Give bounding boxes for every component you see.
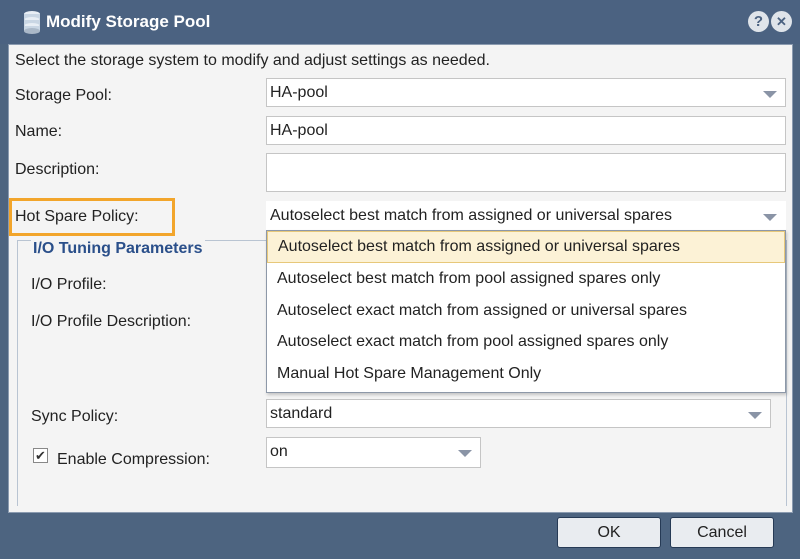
intro-text: Select the storage system to modify and … xyxy=(15,52,490,69)
storage-pool-select[interactable]: HA-pool xyxy=(266,78,786,107)
name-field[interactable]: HA-pool xyxy=(266,116,786,145)
modify-storage-pool-dialog: Modify Storage Pool ? ✕ Select the stora… xyxy=(0,0,800,559)
title-bar[interactable]: Modify Storage Pool ? ✕ xyxy=(0,0,800,44)
storage-pool-icon xyxy=(24,11,40,34)
dropdown-option[interactable]: Autoselect exact match from assigned or … xyxy=(267,295,785,327)
storage-pool-value: HA-pool xyxy=(270,84,328,101)
sync-policy-select[interactable]: standard xyxy=(266,399,771,428)
dropdown-option[interactable]: Autoselect best match from assigned or u… xyxy=(267,231,785,263)
hot-spare-dropdown-list: Autoselect best match from assigned or u… xyxy=(266,230,786,393)
description-label: Description: xyxy=(15,161,100,178)
ok-button[interactable]: OK xyxy=(557,517,661,548)
dropdown-option[interactable]: Manual Hot Spare Management Only xyxy=(267,358,785,390)
enable-compression-checkbox[interactable]: ✔ xyxy=(33,448,48,463)
name-value: HA-pool xyxy=(270,122,328,139)
description-field[interactable] xyxy=(266,153,786,192)
dropdown-option[interactable]: Autoselect exact match from pool assigne… xyxy=(267,326,785,358)
cancel-button[interactable]: Cancel xyxy=(670,517,774,548)
close-icon[interactable]: ✕ xyxy=(771,11,792,32)
help-icon[interactable]: ? xyxy=(748,11,769,32)
chevron-down-icon xyxy=(748,412,762,419)
dialog-body: Select the storage system to modify and … xyxy=(8,44,793,513)
dialog-title: Modify Storage Pool xyxy=(46,12,211,31)
io-profile-label: I/O Profile: xyxy=(31,276,107,293)
compression-select[interactable]: on xyxy=(266,437,481,468)
hot-spare-policy-label: Hot Spare Policy: xyxy=(15,208,139,225)
name-label: Name: xyxy=(15,123,63,140)
chevron-down-icon xyxy=(763,214,777,221)
enable-compression-label: Enable Compression: xyxy=(57,451,210,468)
io-tuning-title: I/O Tuning Parameters xyxy=(31,240,205,258)
chevron-down-icon xyxy=(458,450,472,457)
hot-spare-policy-select[interactable]: Autoselect best match from assigned or u… xyxy=(266,201,786,230)
dropdown-option[interactable]: Autoselect best match from pool assigned… xyxy=(267,263,785,295)
sync-policy-value: standard xyxy=(270,405,333,422)
compression-value: on xyxy=(270,443,288,460)
chevron-down-icon xyxy=(763,91,777,98)
sync-policy-label: Sync Policy: xyxy=(31,408,119,425)
io-profile-description-label: I/O Profile Description: xyxy=(31,313,192,330)
hot-spare-policy-value: Autoselect best match from assigned or u… xyxy=(270,207,672,224)
storage-pool-label: Storage Pool: xyxy=(15,87,112,104)
